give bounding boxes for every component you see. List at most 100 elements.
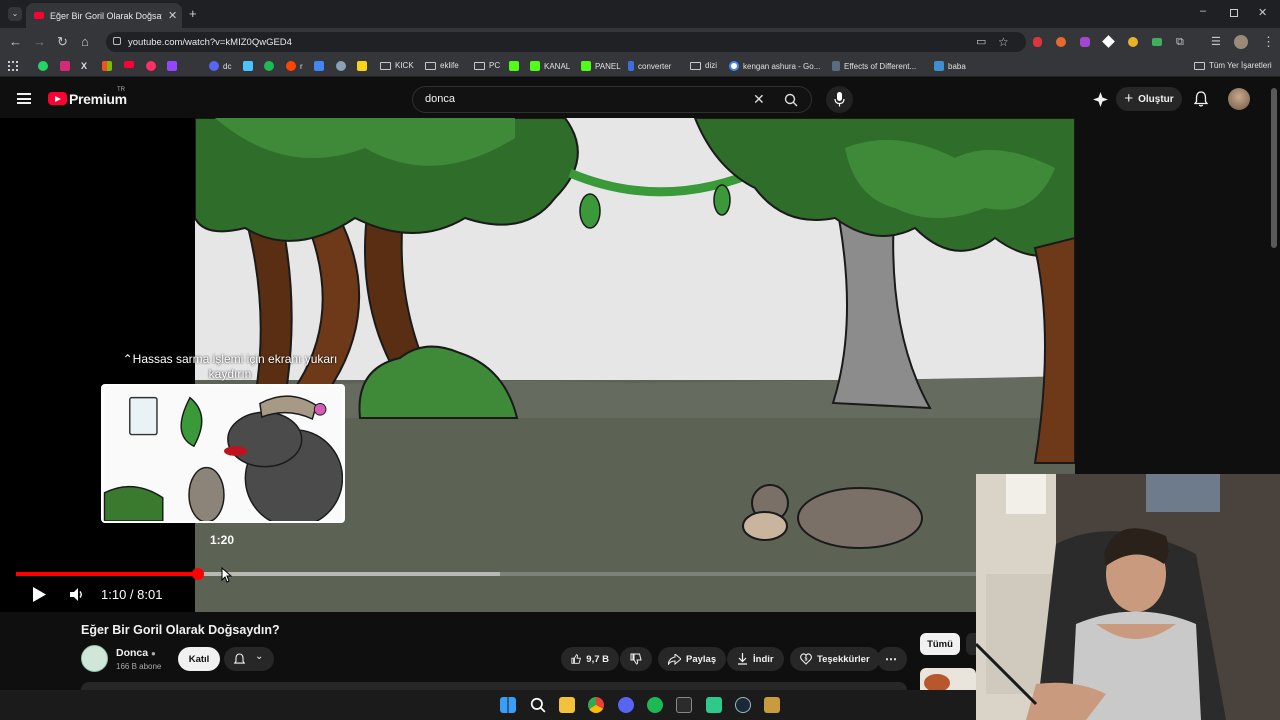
bookmark-dizi[interactable]: dizi — [690, 61, 717, 70]
bookmark-whatsapp[interactable] — [38, 61, 48, 71]
youtube-header: Premium TR donca ✕ + Oluştur — [0, 78, 1280, 120]
channel-avatar[interactable] — [81, 645, 108, 672]
bookmark-label: PANEL — [595, 61, 621, 71]
voice-search-button[interactable] — [826, 86, 853, 113]
extension-icon[interactable] — [1152, 38, 1162, 46]
taskbar-search-icon[interactable] — [530, 697, 546, 713]
bookmark-s[interactable] — [357, 61, 367, 71]
bookmark-baba[interactable]: baba — [934, 61, 966, 71]
minimize-icon[interactable]: – — [1200, 5, 1206, 17]
league-icon[interactable] — [764, 697, 780, 713]
address-field[interactable]: youtube.com/watch?v=kMIZ0QwGED4 — [106, 32, 1026, 52]
video-player[interactable]: ⌃Hassas sarma işlemi için ekranı yukarı … — [0, 118, 1075, 612]
download-button[interactable]: İndir — [727, 647, 784, 671]
chrome-icon[interactable] — [588, 697, 604, 713]
bookmark-eklife[interactable]: eklife — [425, 61, 459, 70]
bookmark-kick[interactable]: KICK — [380, 61, 414, 70]
app-icon[interactable] — [676, 697, 692, 713]
tab-search-icon[interactable]: ⌄ — [8, 7, 22, 21]
bookmark-dc[interactable]: dc — [209, 61, 231, 71]
discord-icon[interactable] — [618, 697, 634, 713]
search-icon[interactable] — [784, 93, 798, 107]
menu-icon[interactable] — [17, 93, 31, 104]
bookmark-spotify[interactable] — [264, 61, 274, 71]
like-button[interactable]: 9,7 B — [561, 647, 619, 671]
back-icon[interactable]: ← — [9, 34, 22, 50]
volume-icon[interactable] — [70, 588, 84, 601]
bookmark-effects[interactable]: Effects of Different... — [832, 61, 916, 71]
bookmark-instagram[interactable] — [60, 61, 70, 71]
clear-search-icon[interactable]: ✕ — [753, 91, 765, 108]
subscribe-notification-button[interactable]: ⌄ — [224, 647, 274, 671]
restore-icon[interactable] — [1230, 9, 1238, 17]
windows-start-icon[interactable] — [500, 697, 516, 713]
bookmark-star-icon[interactable]: ☆ — [998, 34, 1009, 50]
bookmark-game[interactable] — [243, 61, 253, 71]
join-button[interactable]: Katıl — [178, 647, 220, 671]
extensions-puzzle-icon[interactable]: ⧉ — [1176, 34, 1184, 50]
progress-bar[interactable] — [16, 568, 1056, 580]
thanks-button[interactable]: $ Teşekkürler — [790, 647, 880, 671]
account-avatar[interactable] — [1228, 88, 1250, 110]
bookmark-kanal[interactable]: KANAL — [530, 61, 570, 71]
window-close-icon[interactable]: ✕ — [1258, 6, 1267, 19]
bookmark-steam[interactable] — [336, 61, 346, 71]
recommended-thumbnail[interactable] — [920, 668, 976, 690]
reading-list-icon[interactable]: ☰ — [1211, 34, 1221, 50]
kick-app-icon[interactable] — [706, 697, 722, 713]
chip-all[interactable]: Tümü — [920, 633, 960, 655]
extension-icon[interactable] — [1080, 37, 1090, 47]
description-box[interactable] — [81, 682, 907, 690]
extension-icon[interactable] — [1056, 37, 1066, 47]
bookmark-kick-logo[interactable] — [509, 61, 519, 71]
profile-avatar[interactable] — [1234, 35, 1248, 49]
extension-icon[interactable] — [1033, 37, 1042, 47]
extension-icon[interactable] — [1102, 35, 1115, 48]
bookmark-converter[interactable]: converter — [628, 61, 671, 71]
kick-icon — [581, 61, 591, 71]
home-icon[interactable]: ⌂ — [81, 34, 89, 50]
bookmark-youtube[interactable] — [124, 61, 134, 68]
svg-text:$: $ — [805, 657, 808, 663]
bookmark-x[interactable]: X — [81, 61, 87, 71]
sparkle-icon[interactable] — [1093, 92, 1108, 107]
file-explorer-icon[interactable] — [559, 697, 575, 713]
notifications-bell-icon[interactable] — [1194, 91, 1208, 107]
forward-icon[interactable]: → — [33, 34, 46, 50]
dislike-button[interactable] — [620, 647, 652, 671]
share-button[interactable]: Paylaş — [658, 647, 727, 671]
channel-name[interactable]: Donca ● — [116, 647, 156, 659]
reload-icon[interactable]: ↻ — [57, 34, 68, 50]
bookmark-pc[interactable]: PC — [474, 61, 500, 70]
tab-close-icon[interactable]: ✕ — [168, 9, 177, 22]
youtube-logo-icon[interactable] — [48, 92, 67, 105]
spotify-icon[interactable] — [647, 697, 663, 713]
bookmark-microsoft[interactable] — [102, 61, 112, 71]
install-app-icon[interactable]: ▭ — [976, 34, 986, 50]
channel-name-text: Donca — [116, 647, 149, 659]
site-info-icon[interactable] — [113, 37, 121, 45]
scrubber-handle[interactable] — [191, 568, 204, 580]
time-display: 1:10 / 8:01 — [101, 587, 163, 602]
url-text: youtube.com/watch?v=kMIZ0QwGED4 — [128, 37, 292, 48]
bookmark-r[interactable]: r — [286, 61, 303, 71]
search-input[interactable]: donca — [425, 93, 455, 105]
bookmark-translate[interactable] — [314, 61, 324, 71]
page-scrollbar[interactable] — [1271, 88, 1277, 248]
youtube-brand[interactable]: Premium — [69, 91, 127, 107]
create-button[interactable]: + Oluştur — [1116, 87, 1182, 111]
bookmark-panel[interactable]: PANEL — [581, 61, 621, 71]
search-box[interactable]: donca ✕ — [412, 86, 812, 113]
bookmark-kengan[interactable]: kengan ashura - Go... — [729, 61, 820, 71]
browser-menu-icon[interactable]: ⋮ — [1262, 34, 1275, 50]
more-actions-button[interactable]: ⋯ — [877, 647, 907, 671]
bookmark-music[interactable] — [146, 61, 156, 71]
steam-icon[interactable] — [735, 697, 751, 713]
new-tab-icon[interactable]: + — [189, 6, 197, 21]
all-bookmarks[interactable]: Tüm Yer İşaretleri — [1194, 61, 1272, 70]
play-icon[interactable] — [31, 586, 47, 603]
apps-grid-icon[interactable] — [8, 61, 18, 71]
extension-icon[interactable] — [1128, 37, 1138, 47]
bookmark-twitch[interactable] — [167, 61, 177, 71]
tab-youtube[interactable]: Eğer Bir Goril Olarak Doğsaydın ✕ — [26, 3, 182, 28]
